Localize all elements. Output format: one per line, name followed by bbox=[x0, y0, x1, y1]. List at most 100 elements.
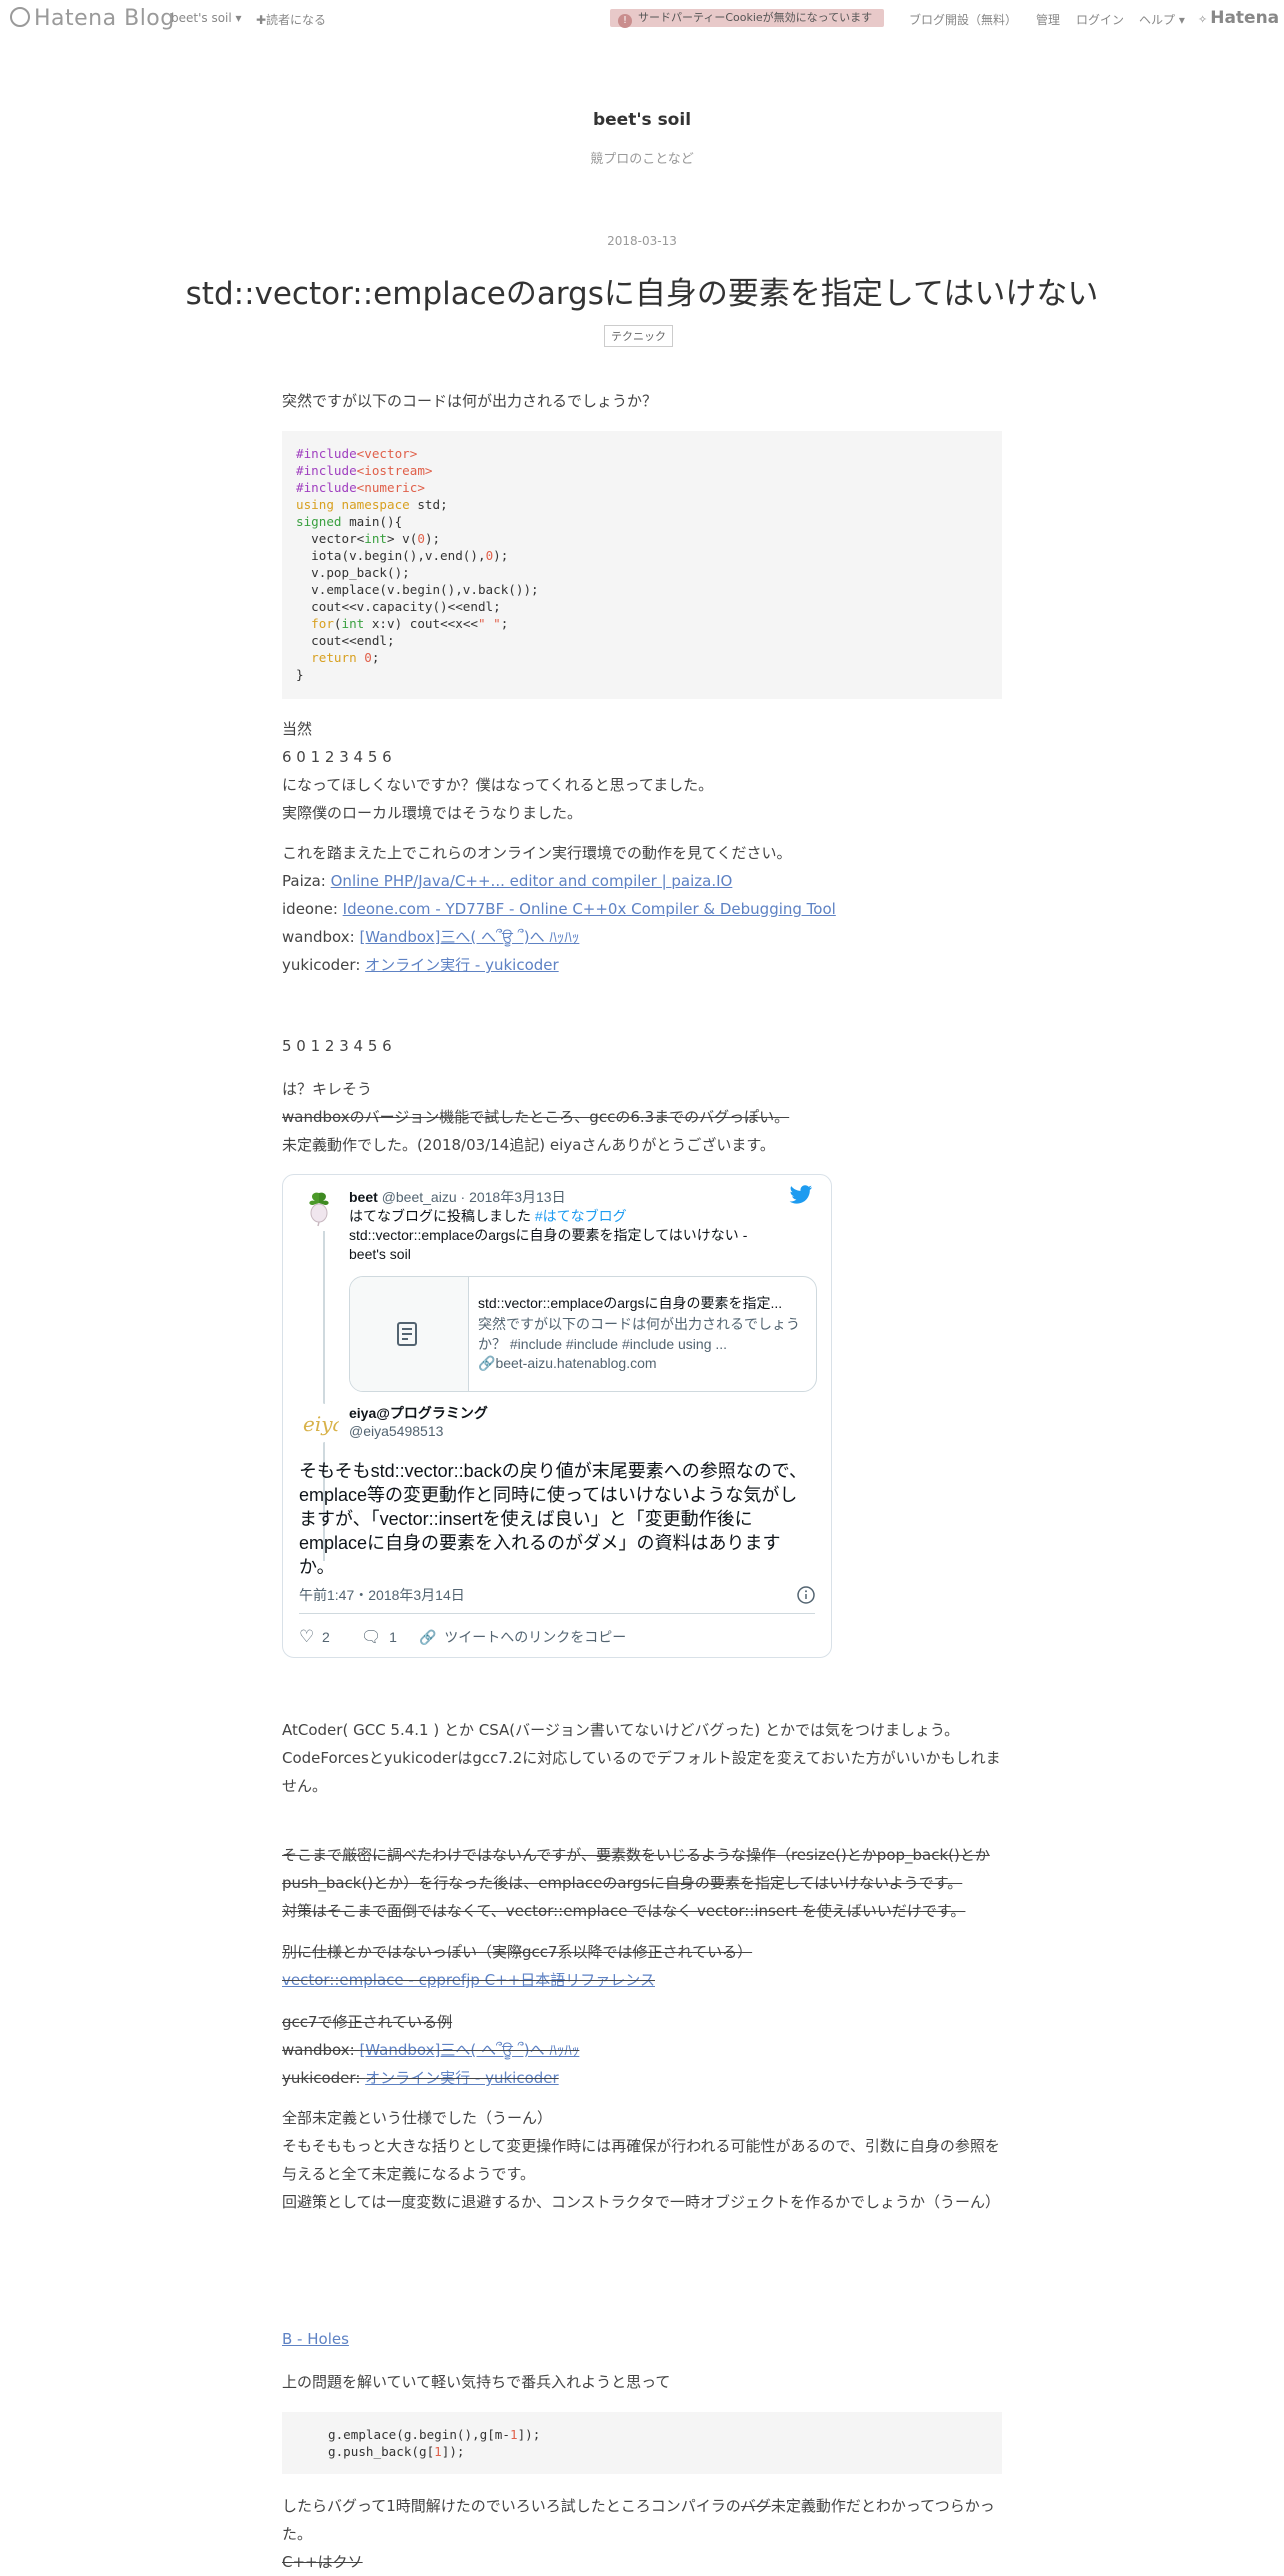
text-line: そもそももっと大きな括りとして変更操作時には再確保が行われる可能性があるので、引… bbox=[282, 2137, 1000, 2183]
wandbox-gcc7-link[interactable]: [Wandbox]三へ( へ՞ਊ ՞)へ ﾊｯﾊｯ bbox=[359, 2041, 579, 2059]
help-menu[interactable]: ヘルプ ▾ bbox=[1139, 11, 1185, 28]
hatena-topbar: Hatena Blog beet's soil ▾ ✚読者になる ! サードパーテ… bbox=[0, 0, 1284, 38]
paragraph-struck-spec: 別に仕様とかではないっぽい（実際gcc7系以降では修正されている） vector… bbox=[282, 1938, 1002, 1994]
code-line: } bbox=[296, 667, 304, 682]
hatena-mark-icon: ✧ bbox=[1198, 13, 1208, 26]
svg-text:eiya: eiya bbox=[303, 1412, 339, 1436]
paragraph-environments: これを踏まえた上でこれらのオンライン実行環境での動作を見てください。 Paiza… bbox=[282, 839, 1002, 979]
code-line: vector<int> v(0); bbox=[296, 531, 441, 546]
hashtag-link[interactable]: #はてなブログ bbox=[535, 1208, 627, 1224]
paiza-link[interactable]: Online PHP/Java/C++... editor and compil… bbox=[331, 872, 733, 890]
tweet1-text-part: std::vector::emplaceのargsに自身の要素を指定してはいけな… bbox=[349, 1227, 748, 1262]
tweet2-text: そもそもstd::vector::backの戻り値が末尾要素への参照なので、em… bbox=[299, 1461, 807, 1577]
paragraph-final: したらバグって1時間解けたのでいろいろ試したところコンパイラのバグ未定義動作だと… bbox=[282, 2492, 1002, 2576]
b-holes-link[interactable]: B - Holes bbox=[282, 2330, 349, 2348]
code-line: cout<<endl; bbox=[296, 633, 395, 648]
cookie-notice[interactable]: ! サードパーティーCookieが無効になっています bbox=[610, 9, 884, 28]
code-line: #include<numeric> bbox=[296, 480, 425, 495]
wandbox-link[interactable]: [Wandbox]三へ( へ՞ਊ ՞)へ ﾊｯﾊｯ bbox=[359, 928, 579, 946]
hatena-link[interactable]: ✧ Hatena bbox=[1198, 8, 1279, 28]
beet-avatar[interactable] bbox=[299, 1187, 339, 1227]
strike-text: C++はクソ bbox=[282, 2553, 363, 2571]
eiya-avatar[interactable]: eiya bbox=[299, 1403, 339, 1443]
text-line: 6 0 1 2 3 4 5 6 bbox=[282, 748, 392, 766]
yukicoder-gcc7-link[interactable]: オンライン実行 - yukicoder bbox=[365, 2069, 559, 2087]
like-count: 2 bbox=[322, 1629, 330, 1645]
code-line: #include<iostream> bbox=[296, 463, 433, 478]
env-label: yukicoder: bbox=[282, 956, 366, 974]
tweet1-text-part: はてなブログに投稿しました bbox=[349, 1208, 535, 1224]
strike-line: 別に仕様とかではないっぽい（実際gcc7系以降では修正されている） bbox=[282, 1938, 1002, 1966]
code-line: v.emplace(v.begin(),v.back()); bbox=[296, 582, 539, 597]
tweet1-handle[interactable]: @beet_aizu bbox=[382, 1189, 457, 1205]
copy-link-button[interactable]: 🔗 ツイートへのリンクをコピー bbox=[419, 1627, 626, 1647]
twitter-bird-icon[interactable] bbox=[789, 1185, 813, 1205]
env-row-ideone: ideone: Ideone.com - YD77BF - Online C++… bbox=[282, 895, 1002, 923]
strike-line: vector::emplace - cpprefjp C++日本語リファレンス bbox=[282, 1966, 1002, 1994]
link-card-description: 突然ですが以下のコードは何が出力されるでしょうか？ #include #incl… bbox=[478, 1316, 800, 1352]
section-link-row: B - Holes bbox=[282, 2325, 1002, 2353]
info-icon[interactable] bbox=[797, 1586, 815, 1604]
strike-text: そこまで厳密に調べたわけではないんですが、要素数をいじるような操作（resize… bbox=[282, 1846, 990, 1892]
open-blog-link[interactable]: ブログ開設（無料） bbox=[909, 11, 1017, 28]
code-line: return 0; bbox=[311, 650, 380, 665]
reply-count: 1 bbox=[389, 1629, 397, 1645]
tweet2-handle[interactable]: @eiya5498513 bbox=[349, 1423, 443, 1439]
link-card-url: 🔗beet-aizu.hatenablog.com bbox=[478, 1355, 657, 1372]
strike-line: yukicoder: オンライン実行 - yukicoder bbox=[282, 2064, 1002, 2092]
text-part: したらバグって1時間解けたのでいろいろ試したところコンパイラの bbox=[282, 2497, 741, 2515]
strike-text: 対策はそこまで面倒ではなくて、vector::emplace ではなく vect… bbox=[282, 1902, 966, 1920]
text-line: になってほしくないですか？僕はなってくれると思ってました。 bbox=[282, 776, 714, 794]
entry-date[interactable]: 2018-03-13 bbox=[0, 234, 1284, 248]
tweet1-date[interactable]: 2018年3月13日 bbox=[469, 1189, 566, 1205]
tweet2-name[interactable]: eiya@プログラミング bbox=[349, 1403, 488, 1423]
like-button[interactable]: ♡ 2 bbox=[299, 1627, 330, 1647]
strike-text: gcc7で修正されている例 bbox=[282, 2013, 453, 2031]
text-line: 当然 bbox=[282, 720, 313, 738]
paragraph-expectation: 当然 6 0 1 2 3 4 5 6 になってほしくないですか？僕はなってくれる… bbox=[282, 715, 1002, 827]
entry-title[interactable]: std::vector::emplaceのargsに自身の要素を指定してはいけな… bbox=[0, 268, 1284, 313]
code-line: g.push_back(g[1]); bbox=[328, 2444, 465, 2459]
paragraph-reaction: は？キレそう wandboxのバージョン機能で試したところ、gccの6.3までの… bbox=[282, 1075, 1002, 1159]
blog-title[interactable]: beet's soil bbox=[0, 110, 1284, 130]
reply-button[interactable]: 🗨 1 bbox=[361, 1627, 397, 1647]
warning-icon: ! bbox=[618, 14, 632, 28]
paragraph-gcc7-examples: gcc7で修正されている例 wandbox: [Wandbox]三へ( へ՞ਊ … bbox=[282, 2008, 1002, 2092]
login-link[interactable]: ログイン bbox=[1076, 11, 1124, 28]
paragraph-conclusion: 全部未定義という仕様でした（うーん） そもそももっと大きな括りとして変更操作時に… bbox=[282, 2104, 1002, 2216]
strike-line: wandbox: [Wandbox]三へ( へ՞ਊ ՞)へ ﾊｯﾊｯ bbox=[282, 2036, 1002, 2064]
tweet1-name[interactable]: beet bbox=[349, 1189, 378, 1205]
subscribe-link[interactable]: ✚読者になる bbox=[256, 11, 326, 28]
copy-link-text: ツイートへのリンクをコピー bbox=[444, 1629, 627, 1645]
env-label: yukicoder: bbox=[282, 2069, 366, 2087]
link-card[interactable]: std::vector::emplaceのargsに自身の要素を指定... 突然… bbox=[349, 1276, 817, 1392]
text-line: は？キレそう bbox=[282, 1080, 373, 1098]
intro-paragraph: 突然ですが以下のコードは何が出力されるでしょうか？ bbox=[282, 392, 658, 410]
link-card-url-text: beet-aizu.hatenablog.com bbox=[495, 1355, 657, 1371]
strike-line: gcc7で修正されている例 bbox=[282, 2008, 1002, 2036]
link-card-thumbnail bbox=[350, 1277, 469, 1391]
env-row-yukicoder: yukicoder: オンライン実行 - yukicoder bbox=[282, 951, 1002, 979]
entry-tag[interactable]: テクニック bbox=[604, 325, 673, 347]
hatena-blog-logo[interactable]: Hatena Blog bbox=[10, 6, 175, 31]
strike-text: 別に仕様とかではないっぽい（実際gcc7系以降では修正されている） bbox=[282, 1943, 753, 1961]
text-line: これを踏まえた上でこれらのオンライン実行環境での動作を見てください。 bbox=[282, 844, 792, 862]
embedded-tweet[interactable]: beet @beet_aizu · 2018年3月13日 はてなブログに投稿しま… bbox=[282, 1174, 832, 1658]
tweet2-timestamp[interactable]: 午前1:47・2018年3月14日 bbox=[299, 1585, 465, 1605]
manage-link[interactable]: 管理 bbox=[1036, 11, 1060, 28]
cpprefjp-link[interactable]: vector::emplace - cpprefjp C++日本語リファレンス bbox=[282, 1971, 655, 1989]
text-line: 回避策としては一度変数に退避するか、コンストラクタで一時オブジェクトを作るかでし… bbox=[282, 2193, 1001, 2211]
yukicoder-link[interactable]: オンライン実行 - yukicoder bbox=[365, 956, 559, 974]
code-block-2: g.emplace(g.begin(),g[m-1]); g.push_back(… bbox=[282, 2412, 1002, 2474]
tweet1-text: はてなブログに投稿しました #はてなブログstd::vector::emplac… bbox=[349, 1207, 769, 1264]
link-icon: 🔗 bbox=[478, 1355, 496, 1371]
blog-menu-link[interactable]: beet's soil ▾ bbox=[171, 11, 242, 25]
code-line: #include<vector> bbox=[296, 446, 418, 461]
cookie-notice-text: サードパーティーCookieが無効になっています bbox=[638, 11, 873, 24]
reply-icon: 🗨 bbox=[361, 1629, 382, 1646]
link-card-title: std::vector::emplaceのargsに自身の要素を指定... bbox=[478, 1295, 783, 1311]
code-block-1: #include<vector> #include<iostream> #inclu… bbox=[282, 431, 1002, 699]
code-line: using namespace std; bbox=[296, 497, 448, 512]
ideone-link[interactable]: Ideone.com - YD77BF - Online C++0x Compi… bbox=[343, 900, 836, 918]
paragraph-struck-explanation: そこまで厳密に調べたわけではないんですが、要素数をいじるような操作（resize… bbox=[282, 1841, 1002, 1925]
